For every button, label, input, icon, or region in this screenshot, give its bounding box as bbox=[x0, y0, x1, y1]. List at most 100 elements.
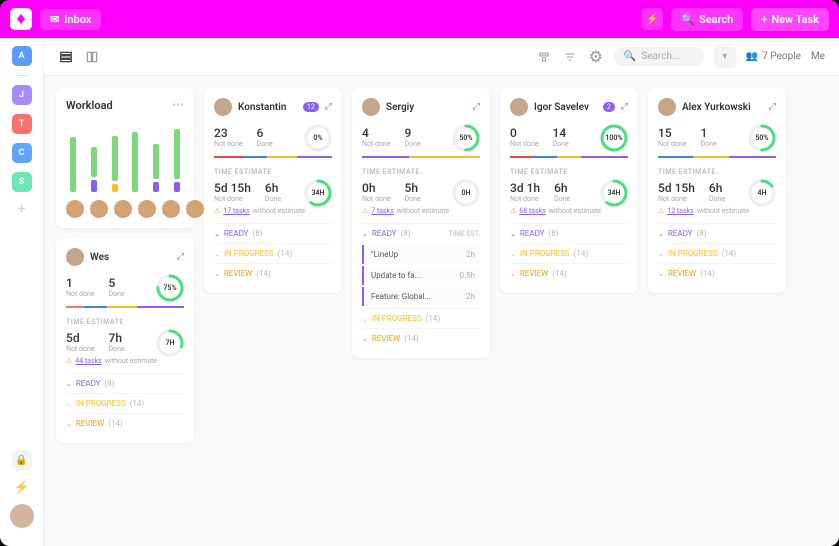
warning-icon: ⚠ bbox=[214, 207, 220, 215]
board: Workload••• Wes⤢ 1Not done 5Done 75% TIM… bbox=[44, 76, 839, 546]
status-rev[interactable]: ⌄ REVIEW (14) bbox=[66, 413, 184, 433]
tasks-without-estimate-link[interactable]: 12 tasks bbox=[667, 207, 693, 215]
bolt-icon[interactable]: ⚡ bbox=[14, 480, 29, 494]
person-card-3: Igor Savelev2⤢ 0Not done 14Done 100% TIM… bbox=[500, 88, 638, 293]
gear-icon[interactable]: ⚙ bbox=[588, 49, 604, 65]
search-input[interactable]: 🔍 Search... bbox=[614, 47, 704, 66]
status-rev[interactable]: ⌄ REVIEW (14) bbox=[214, 263, 332, 283]
chevron-down-icon: ⌄ bbox=[510, 250, 516, 258]
person-name: Igor Savelev bbox=[534, 102, 597, 113]
avatar[interactable] bbox=[138, 200, 156, 218]
chevron-down-icon: ⌄ bbox=[658, 230, 664, 238]
status-prog[interactable]: ⌄ IN PROGRESS (14) bbox=[510, 243, 628, 263]
avatar[interactable] bbox=[186, 200, 204, 218]
sidebar-space-t[interactable]: T bbox=[12, 114, 32, 134]
inbox-button[interactable]: ✉ Inbox bbox=[40, 9, 101, 30]
chevron-down-icon: ⌄ bbox=[362, 315, 368, 323]
status-rev[interactable]: ⌄ REVIEW (14) bbox=[510, 263, 628, 283]
avatar[interactable] bbox=[362, 98, 380, 116]
chevron-down-icon: ⌄ bbox=[510, 270, 516, 278]
workload-chart bbox=[66, 122, 184, 192]
sort-icon[interactable] bbox=[562, 49, 578, 65]
bolt-button[interactable]: ⚡ bbox=[641, 8, 663, 30]
search-placeholder: Search... bbox=[641, 51, 680, 62]
people-count[interactable]: 👥 7 People bbox=[746, 51, 801, 62]
status-ready[interactable]: ⌄ READY (8) bbox=[510, 223, 628, 243]
badge: 12 bbox=[303, 102, 319, 112]
status-prog[interactable]: ⌄ IN PROGRESS (14) bbox=[362, 308, 480, 328]
task-item[interactable]: "LineUp2h bbox=[362, 245, 480, 264]
task-item[interactable]: Update to fa...0.5h bbox=[362, 266, 480, 285]
tasks-without-estimate-link[interactable]: 7 tasks bbox=[371, 207, 394, 215]
hierarchy-icon[interactable] bbox=[536, 49, 552, 65]
add-space-button[interactable]: + bbox=[18, 201, 26, 217]
more-icon[interactable]: ••• bbox=[172, 98, 184, 112]
avatar[interactable] bbox=[658, 98, 676, 116]
workload-title: Workload bbox=[66, 99, 113, 112]
expand-icon[interactable]: ⤢ bbox=[325, 102, 332, 112]
status-ready[interactable]: ⌄ READY (8) bbox=[658, 223, 776, 243]
chevron-down-icon: ⌄ bbox=[658, 250, 664, 258]
tasks-without-estimate-link[interactable]: 68 tasks bbox=[519, 207, 545, 215]
filter-button[interactable]: ▾ bbox=[714, 46, 736, 68]
avatar[interactable] bbox=[114, 200, 132, 218]
status-prog[interactable]: ⌄ IN PROGRESS (14) bbox=[658, 243, 776, 263]
chevron-down-icon: ⌄ bbox=[214, 230, 220, 238]
avatar[interactable] bbox=[162, 200, 180, 218]
chevron-down-icon: ⌄ bbox=[658, 270, 664, 278]
app-logo[interactable] bbox=[10, 8, 32, 30]
status-rev[interactable]: ⌄ REVIEW (14) bbox=[658, 263, 776, 283]
me-filter[interactable]: Me bbox=[811, 51, 825, 62]
person-card-0: Wes⤢ 1Not done 5Done 75% TIME ESTIMATE 5… bbox=[56, 238, 194, 443]
search-button[interactable]: 🔍 Search bbox=[671, 8, 743, 31]
search-icon: 🔍 bbox=[681, 13, 695, 26]
lock-icon[interactable]: 🔒 bbox=[12, 450, 32, 470]
chevron-down-icon: ⌄ bbox=[362, 335, 368, 343]
person-name: Alex Yurkowski bbox=[682, 102, 763, 113]
person-name: Konstantin bbox=[238, 102, 297, 113]
person-name: Wes bbox=[90, 252, 171, 263]
sidebar-space-j[interactable]: J bbox=[12, 85, 32, 105]
sidebar-space-s[interactable]: S bbox=[12, 172, 32, 192]
expand-icon[interactable]: ⤢ bbox=[621, 102, 628, 112]
sidebar-space-c[interactable]: C bbox=[12, 143, 32, 163]
avatar[interactable] bbox=[214, 98, 232, 116]
badge: 2 bbox=[603, 102, 615, 112]
toolbar: ⚙ 🔍 Search... ▾ 👥 7 People Me bbox=[44, 38, 839, 76]
chevron-down-icon: ⌄ bbox=[66, 380, 72, 388]
inbox-icon: ✉ bbox=[50, 13, 59, 26]
task-item[interactable]: Feature: Global...2h bbox=[362, 287, 480, 306]
person-card-4: Alex Yurkowski⤢ 15Not done 1Done 50% TIM… bbox=[648, 88, 786, 293]
avatar[interactable] bbox=[90, 200, 108, 218]
new-task-button[interactable]: + New Task bbox=[751, 8, 829, 31]
person-name: Sergiy bbox=[386, 102, 467, 113]
status-rev[interactable]: ⌄ REVIEW (14) bbox=[362, 328, 480, 348]
list-view-icon[interactable] bbox=[58, 49, 74, 65]
inbox-label: Inbox bbox=[64, 13, 91, 26]
status-ready[interactable]: ⌄ READY (8) bbox=[66, 373, 184, 393]
status-ready[interactable]: ⌄ READY (8)TIME EST. bbox=[362, 223, 480, 243]
book-view-icon[interactable] bbox=[84, 49, 100, 65]
workload-card: Workload ••• bbox=[56, 88, 194, 228]
chevron-down-icon: ⌄ bbox=[362, 230, 368, 238]
search-icon: 🔍 bbox=[624, 51, 636, 62]
chevron-down-icon: ⌄ bbox=[66, 420, 72, 428]
status-prog[interactable]: ⌄ IN PROGRESS (14) bbox=[66, 393, 184, 413]
status-prog[interactable]: ⌄ IN PROGRESS (14) bbox=[214, 243, 332, 263]
people-icon: 👥 bbox=[746, 51, 758, 62]
warning-icon: ⚠ bbox=[66, 357, 72, 365]
expand-icon[interactable]: ⤢ bbox=[473, 102, 480, 112]
user-avatar[interactable] bbox=[10, 504, 34, 528]
status-ready[interactable]: ⌄ READY (8) bbox=[214, 223, 332, 243]
person-card-1: Konstantin12⤢ 23Not done 6Done 0% TIME E… bbox=[204, 88, 342, 293]
avatar[interactable] bbox=[66, 248, 84, 266]
warning-icon: ⚠ bbox=[362, 207, 368, 215]
avatar[interactable] bbox=[66, 200, 84, 218]
sidebar-space-a[interactable]: A bbox=[12, 46, 32, 66]
search-label: Search bbox=[699, 13, 733, 26]
expand-icon[interactable]: ⤢ bbox=[177, 252, 184, 262]
tasks-without-estimate-link[interactable]: 44 tasks bbox=[75, 357, 101, 365]
avatar[interactable] bbox=[510, 98, 528, 116]
expand-icon[interactable]: ⤢ bbox=[769, 102, 776, 112]
tasks-without-estimate-link[interactable]: 17 tasks bbox=[223, 207, 249, 215]
